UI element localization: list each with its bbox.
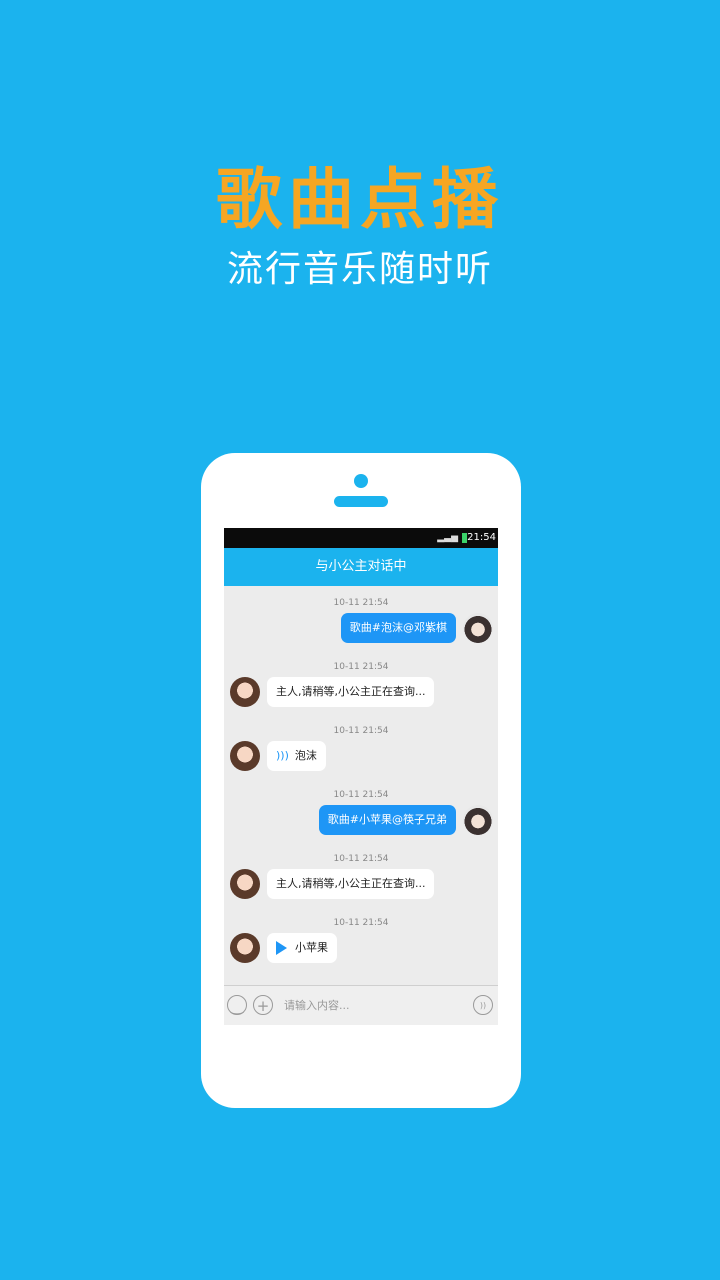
- bot-avatar[interactable]: [230, 677, 260, 707]
- signal-icon: ▂▃▅: [437, 533, 458, 543]
- status-bar: ▂▃▅ 21:54: [224, 528, 498, 548]
- message-timestamp: 10-11 21:54: [333, 790, 389, 800]
- promo-title: 歌曲点播: [216, 161, 504, 238]
- play-icon[interactable]: [276, 941, 287, 955]
- emoji-icon[interactable]: ‿: [227, 995, 247, 1015]
- incoming-message-bubble[interactable]: 主人,请稍等,小公主正在查询...: [267, 869, 435, 899]
- input-bar: ‿ + )): [224, 985, 498, 1025]
- plus-icon[interactable]: +: [253, 995, 273, 1015]
- chat-title-bar: 与小公主对话中: [224, 548, 498, 586]
- bot-avatar[interactable]: [230, 741, 260, 771]
- outgoing-message-bubble[interactable]: 歌曲#泡沫@邓紫棋: [340, 613, 456, 643]
- message-input[interactable]: [284, 986, 464, 1025]
- bot-avatar[interactable]: [230, 933, 260, 963]
- song-message-bubble[interactable]: 小苹果: [267, 933, 337, 963]
- outgoing-message-bubble[interactable]: 歌曲#小苹果@筷子兄弟: [318, 805, 456, 835]
- phone-screen: ▂▃▅ 21:54 与小公主对话中 10-11 21:54 歌曲#泡沫@邓紫棋 …: [224, 528, 498, 1025]
- user-avatar[interactable]: [463, 613, 493, 643]
- promo-header: 歌曲点播 流行音乐随时听: [0, 160, 720, 292]
- bot-avatar[interactable]: [230, 869, 260, 899]
- message-timestamp: 10-11 21:54: [333, 726, 389, 736]
- message-timestamp: 10-11 21:54: [333, 918, 389, 928]
- status-time: 21:54: [467, 532, 496, 543]
- voice-message-bubble[interactable]: ))) 泡沫: [267, 741, 326, 771]
- promo-subtitle: 流行音乐随时听: [226, 249, 493, 290]
- voice-message-label: 泡沫: [294, 749, 317, 762]
- camera-dot: [354, 474, 368, 488]
- message-timestamp: 10-11 21:54: [333, 598, 389, 608]
- voice-icon: ))): [276, 749, 289, 762]
- song-title: 小苹果: [295, 941, 328, 954]
- voice-input-icon[interactable]: )): [473, 995, 493, 1015]
- message-timestamp: 10-11 21:54: [333, 854, 389, 864]
- incoming-message-bubble[interactable]: 主人,请稍等,小公主正在查询...: [267, 677, 435, 707]
- phone-mockup: ▂▃▅ 21:54 与小公主对话中 10-11 21:54 歌曲#泡沫@邓紫棋 …: [201, 453, 521, 1108]
- earpiece-slot: [334, 496, 388, 507]
- message-timestamp: 10-11 21:54: [333, 662, 389, 672]
- user-avatar[interactable]: [463, 805, 493, 835]
